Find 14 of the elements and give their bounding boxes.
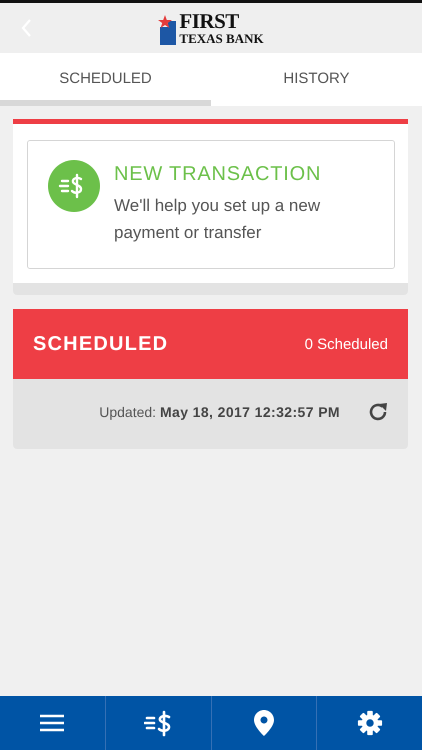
new-transaction-title: NEW TRANSACTION: [114, 163, 322, 186]
settings-icon: [356, 710, 383, 736]
scheduled-title: SCHEDULED: [33, 332, 168, 356]
menu-icon: [40, 714, 64, 732]
logo-subtext: TEXAS BANK: [179, 32, 264, 45]
scheduled-count: 0 Scheduled: [304, 336, 388, 352]
star-logo-icon: [158, 15, 178, 45]
transfer-money-icon: [48, 160, 100, 212]
location-pin-icon: [254, 710, 274, 736]
new-transaction-button[interactable]: NEW TRANSACTION We'll help you set up a new payment or transfer: [27, 140, 395, 269]
updated-text: Updated: May 18, 2017 12:32:57 PM: [99, 404, 340, 420]
transfer-money-icon: [144, 709, 172, 737]
new-transaction-description: We'll help you set up a new payment or transfer: [114, 195, 322, 244]
logo-text: FIRST: [179, 11, 240, 32]
